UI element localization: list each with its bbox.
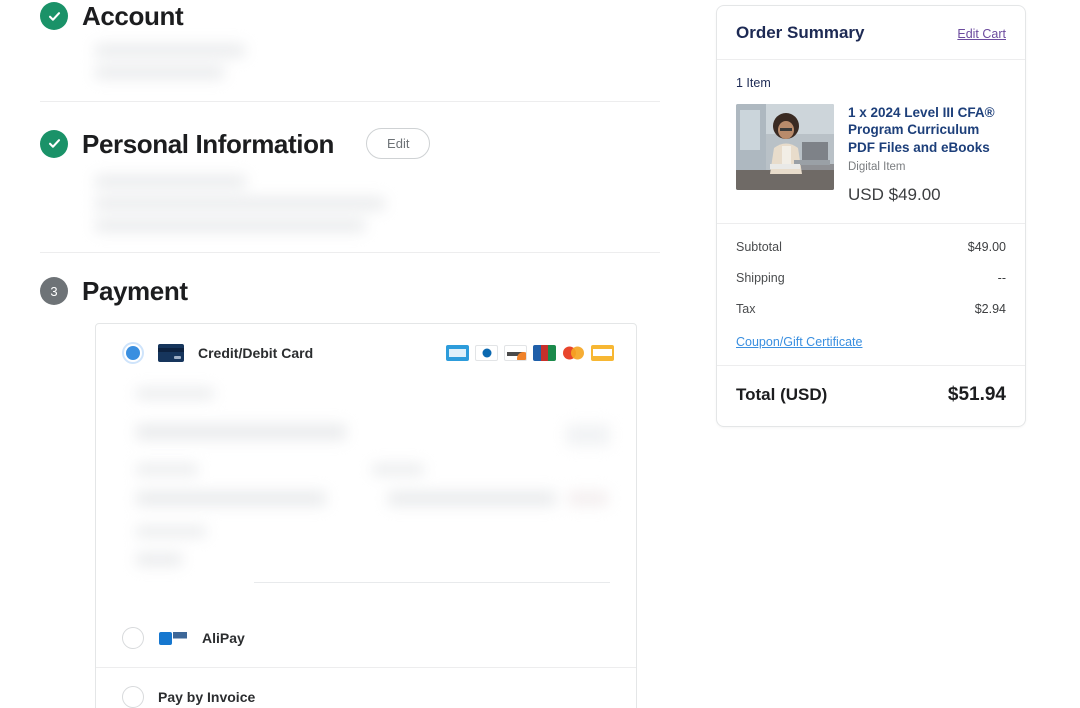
product-thumbnail <box>736 104 834 190</box>
payment-option-pay-by-invoice[interactable]: Pay by Invoice <box>96 667 636 708</box>
order-summary-items: 1 Item <box>717 60 1025 224</box>
mastercard-icon <box>562 345 585 361</box>
radio-pay-by-invoice[interactable] <box>122 686 144 708</box>
step-title-personal-information: Personal Information <box>82 131 334 157</box>
total-row-shipping: Shipping -- <box>736 271 1006 285</box>
checkout-step-payment: 3 Payment Credit/Debit Card <box>40 253 660 708</box>
personal-information-details-redacted <box>95 175 385 232</box>
payment-option-label: Pay by Invoice <box>158 689 255 705</box>
discover-icon <box>504 345 527 361</box>
payment-option-alipay[interactable]: AliPay <box>96 609 636 667</box>
order-summary-title: Order Summary <box>736 23 865 43</box>
radio-alipay[interactable] <box>122 627 144 649</box>
grand-total-row: Total (USD) $51.94 <box>717 366 1025 426</box>
order-item: 1 x 2024 Level III CFA® Program Curricul… <box>736 104 1006 205</box>
account-details-redacted <box>95 44 245 79</box>
order-item-name: 1 x 2024 Level III CFA® Program Curricul… <box>848 104 1006 156</box>
total-value: -- <box>998 271 1006 285</box>
radio-credit-debit-card[interactable] <box>122 342 144 364</box>
coupon-gift-certificate-link[interactable]: Coupon/Gift Certificate <box>736 335 862 349</box>
edit-cart-link[interactable]: Edit Cart <box>957 27 1006 41</box>
total-value: $2.94 <box>975 302 1006 316</box>
payment-option-label: Credit/Debit Card <box>198 345 313 361</box>
step-number-badge: 3 <box>40 277 68 305</box>
checkout-page: Account Personal Information Edit <box>0 0 1080 708</box>
payment-option-label: AliPay <box>202 630 245 646</box>
alipay-icon <box>158 630 188 646</box>
card-form-underline <box>254 582 610 583</box>
visa-icon <box>591 345 614 361</box>
step-title-account: Account <box>82 3 183 29</box>
credit-card-form-redacted[interactable] <box>96 382 636 609</box>
credit-card-icon <box>158 344 184 362</box>
grand-total-value: $51.94 <box>948 384 1006 406</box>
order-summary-header: Order Summary Edit Cart <box>717 6 1025 60</box>
step-complete-check-icon <box>40 130 68 158</box>
item-count-label: 1 Item <box>736 76 1006 90</box>
checkout-step-personal-information: Personal Information Edit <box>40 102 660 232</box>
order-item-info: 1 x 2024 Level III CFA® Program Curricul… <box>848 104 1006 205</box>
payment-option-credit-debit-card[interactable]: Credit/Debit Card <box>96 324 636 382</box>
total-row-tax: Tax $2.94 <box>736 302 1006 316</box>
step-title-payment: Payment <box>82 278 188 304</box>
step-complete-check-icon <box>40 2 68 30</box>
order-item-price: USD $49.00 <box>848 185 1006 205</box>
total-label: Shipping <box>736 271 785 285</box>
step-header-payment: 3 Payment <box>40 277 660 305</box>
step-header-account: Account <box>40 2 660 30</box>
total-row-subtotal: Subtotal $49.00 <box>736 240 1006 254</box>
order-summary-card: Order Summary Edit Cart 1 Item <box>716 5 1026 427</box>
payment-methods-panel: Credit/Debit Card <box>95 323 637 708</box>
total-value: $49.00 <box>968 240 1006 254</box>
step-header-personal-information: Personal Information Edit <box>40 128 660 159</box>
total-label: Tax <box>736 302 755 316</box>
grand-total-label: Total (USD) <box>736 385 827 405</box>
order-item-type: Digital Item <box>848 161 1006 173</box>
diners-club-icon <box>475 345 498 361</box>
jcb-icon <box>533 345 556 361</box>
checkout-step-account: Account <box>40 0 660 79</box>
edit-personal-information-button[interactable]: Edit <box>366 128 430 159</box>
amex-icon <box>446 345 469 361</box>
total-label: Subtotal <box>736 240 782 254</box>
checkout-steps-column: Account Personal Information Edit <box>40 0 660 708</box>
accepted-card-brands <box>446 345 614 361</box>
order-totals: Subtotal $49.00 Shipping -- Tax $2.94 Co… <box>717 224 1025 366</box>
